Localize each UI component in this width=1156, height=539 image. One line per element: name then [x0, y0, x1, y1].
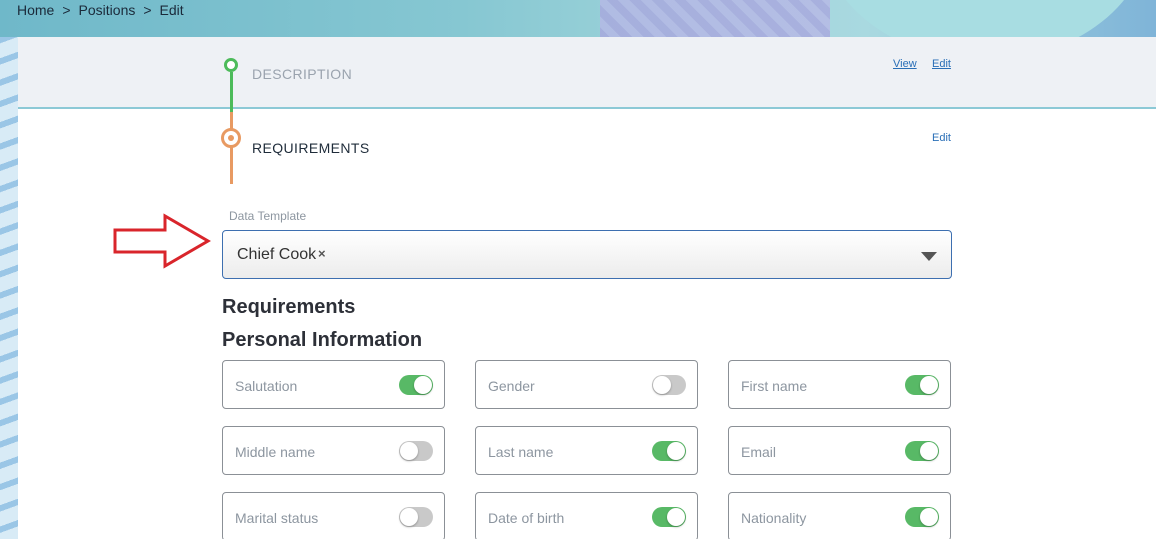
- toggle-label: First name: [741, 378, 808, 394]
- toggle-switch[interactable]: [905, 507, 939, 527]
- toggle-switch[interactable]: [905, 441, 939, 461]
- clear-selection-icon[interactable]: ×: [318, 246, 326, 261]
- annotation-arrow-icon: [113, 213, 211, 269]
- toggle-knob: [920, 442, 938, 460]
- chevron-down-icon[interactable]: [921, 252, 937, 261]
- toggle-knob: [414, 376, 432, 394]
- personal-information-heading: Personal Information: [222, 329, 423, 351]
- left-decoration: [0, 37, 18, 539]
- personal-info-toggles: Salutation Gender First name Middle name…: [222, 360, 952, 539]
- edit-panel: DESCRIPTION REQUIREMENTS View Edit Edit …: [18, 37, 1156, 539]
- description-edit-link[interactable]: Edit: [932, 58, 951, 70]
- toggle-card-salutation: Salutation: [222, 360, 445, 409]
- breadcrumb: Home > Positions > Edit: [17, 2, 184, 18]
- breadcrumb-home[interactable]: Home: [17, 2, 54, 18]
- toggle-card-nationality: Nationality: [728, 492, 951, 539]
- toggle-label: Nationality: [741, 510, 807, 526]
- toggle-knob: [400, 508, 418, 526]
- breadcrumb-separator: >: [62, 2, 71, 18]
- breadcrumb-edit: Edit: [159, 2, 184, 18]
- toggle-knob: [653, 376, 671, 394]
- toggle-label: Last name: [488, 444, 554, 460]
- description-view-link[interactable]: View: [893, 58, 917, 70]
- toggle-knob: [920, 376, 938, 394]
- toggle-card-gender: Gender: [475, 360, 698, 409]
- toggle-switch[interactable]: [652, 507, 686, 527]
- toggle-label: Email: [741, 444, 777, 460]
- toggle-switch[interactable]: [399, 507, 433, 527]
- step-connector-orange: [230, 112, 233, 184]
- toggle-card-last-name: Last name: [475, 426, 698, 475]
- toggle-knob: [920, 508, 938, 526]
- toggle-label: Marital status: [235, 510, 319, 526]
- step-current-icon: [221, 128, 241, 148]
- step-requirements-label: REQUIREMENTS: [252, 140, 370, 156]
- toggle-card-email: Email: [728, 426, 951, 475]
- toggle-switch[interactable]: [652, 441, 686, 461]
- requirements-heading: Requirements: [222, 296, 356, 318]
- toggle-label: Date of birth: [488, 510, 565, 526]
- toggle-switch[interactable]: [905, 375, 939, 395]
- toggle-switch[interactable]: [399, 375, 433, 395]
- toggle-label: Salutation: [235, 378, 298, 394]
- data-template-value: Chief Cook: [237, 246, 317, 263]
- step-connector-green: [230, 72, 233, 112]
- toggle-knob: [667, 508, 685, 526]
- toggle-label: Gender: [488, 378, 535, 394]
- step-description-label: DESCRIPTION: [252, 66, 353, 82]
- breadcrumb-positions[interactable]: Positions: [79, 2, 136, 18]
- data-template-label: Data Template: [229, 209, 307, 223]
- breadcrumb-separator: >: [143, 2, 152, 18]
- toggle-card-marital-status: Marital status: [222, 492, 445, 539]
- toggle-card-middle-name: Middle name: [222, 426, 445, 475]
- description-step-row: [18, 37, 1156, 109]
- step-complete-icon: [224, 58, 238, 72]
- toggle-switch[interactable]: [652, 375, 686, 395]
- toggle-label: Middle name: [235, 444, 316, 460]
- toggle-card-date-of-birth: Date of birth: [475, 492, 698, 539]
- toggle-card-first-name: First name: [728, 360, 951, 409]
- requirements-edit-link[interactable]: Edit: [932, 132, 951, 144]
- toggle-knob: [400, 442, 418, 460]
- toggle-knob: [667, 442, 685, 460]
- data-template-select[interactable]: Chief Cook ×: [222, 230, 952, 279]
- toggle-switch[interactable]: [399, 441, 433, 461]
